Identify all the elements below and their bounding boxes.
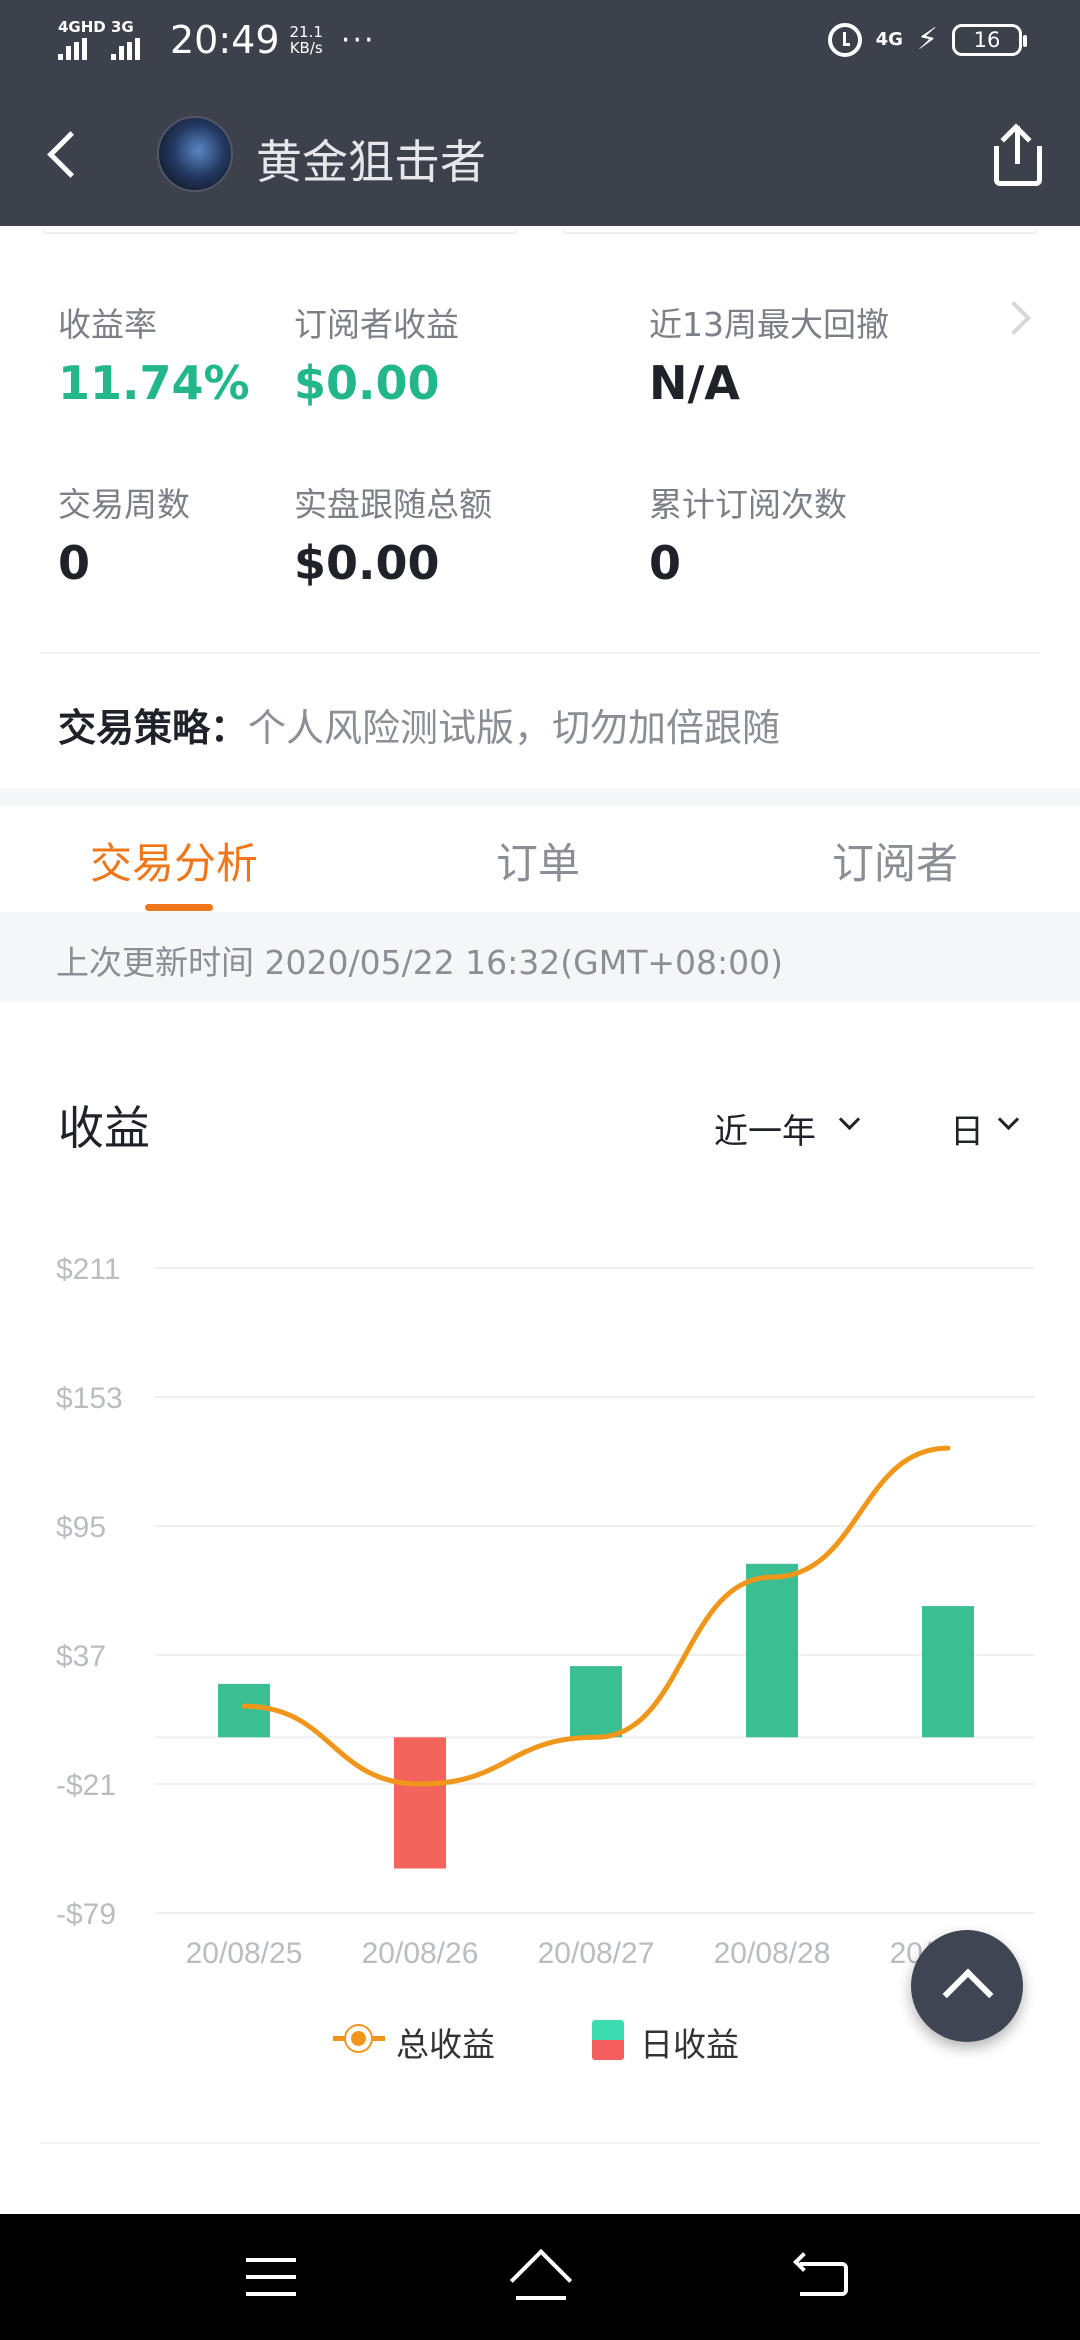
last-update: 上次更新时间 2020/05/22 16:32(GMT+08:00) [0, 912, 1080, 1002]
bar [746, 1563, 798, 1738]
network-type: 4G [875, 29, 903, 50]
legend-dot-swatch [346, 2026, 371, 2051]
page-title: 黄金狙击者 [256, 135, 486, 189]
x-tick-label: 20/08/27 [538, 1937, 655, 1970]
avatar[interactable] [157, 116, 233, 192]
legend-bar-swatch [592, 2020, 624, 2060]
chevron-right-icon[interactable] [997, 301, 1031, 335]
x-tick-label: 20/08/25 [186, 1937, 303, 1970]
share-icon[interactable] [986, 122, 1050, 192]
y-tick-label: $37 [56, 1640, 106, 1673]
signal2-label: 3G [111, 18, 134, 36]
system-nav-bar [0, 2214, 1080, 2340]
strategy-label: 交易策略： [58, 706, 249, 750]
home-icon[interactable] [504, 2248, 578, 2312]
subscription-count-label: 累计订阅次数 [649, 485, 847, 524]
divider [40, 2142, 1040, 2144]
max-drawdown-value: N/A [649, 356, 740, 410]
chart-title: 收益 [58, 1101, 150, 1155]
y-tick-label: -$21 [56, 1769, 116, 1802]
tab-subscribers[interactable]: 订阅者 [832, 830, 958, 891]
trade-weeks-label: 交易周数 [58, 485, 190, 524]
granularity-select-value: 日 [950, 1112, 984, 1152]
chevron-down-icon [997, 1108, 1020, 1131]
follow-total-label: 实盘跟随总额 [294, 485, 492, 524]
return-rate-value: 11.74% [58, 356, 250, 410]
speed-unit: KB/s [289, 39, 323, 57]
status-time: 20:49 [170, 18, 280, 62]
card-edges [40, 226, 1040, 236]
y-tick-label: -$79 [56, 1898, 116, 1931]
return-icon[interactable] [793, 2252, 852, 2302]
legend-label-daily: 日收益 [640, 2025, 739, 2064]
profit-chart[interactable]: $211 $153 $95 $37 -$21 -$79 20/08/25 20/08/26 20… [0, 1230, 1080, 1990]
charging-icon: ⚡ [916, 22, 938, 57]
bar [922, 1606, 974, 1738]
signal1-label: 4GHD [58, 18, 106, 36]
y-tick-label: $211 [56, 1253, 121, 1286]
menu-icon[interactable] [246, 2258, 296, 2296]
status-bar: 4GHD 3G 20:49 21.1 KB/s ··· 4G ⚡ 16 [0, 0, 1080, 88]
active-tab-indicator [145, 904, 213, 911]
subscription-count-value: 0 [649, 536, 682, 590]
bar [570, 1666, 622, 1738]
subscriber-profit-label: 订阅者收益 [294, 305, 459, 344]
tab-orders[interactable]: 订单 [496, 830, 580, 891]
legend-label-total: 总收益 [396, 2025, 495, 2064]
app-screen: 4GHD 3G 20:49 21.1 KB/s ··· 4G ⚡ 16 黄金狙击… [0, 0, 1080, 2340]
bar [394, 1737, 446, 1869]
y-tick-label: $95 [56, 1511, 106, 1544]
divider [40, 652, 1040, 654]
y-tick-label: $153 [56, 1382, 123, 1415]
return-rate-label: 收益率 [58, 305, 157, 344]
tab-trade-analysis[interactable]: 交易分析 [90, 830, 258, 891]
follow-total-value: $0.00 [294, 536, 440, 590]
signal-icon: 4GHD [58, 18, 106, 60]
section-gap [0, 788, 1080, 806]
signal-icon: 3G [111, 18, 148, 60]
alarm-icon [827, 22, 862, 57]
back-arrow-icon[interactable] [40, 126, 100, 186]
speed-value: 21.1 [289, 23, 323, 41]
subscriber-profit-value: $0.00 [294, 356, 440, 410]
x-tick-label: 20/08/28 [714, 1937, 831, 1970]
chevron-down-icon [838, 1108, 861, 1131]
network-speed: 21.1 KB/s [290, 24, 323, 56]
strategy-value: 个人风险测试版，切勿加倍跟随 [248, 706, 781, 750]
more-icon: ··· [340, 22, 376, 58]
scroll-top-button[interactable] [911, 1930, 1023, 2042]
period-select-value: 近一年 [714, 1112, 816, 1152]
battery-icon: 16 [952, 23, 1027, 56]
max-drawdown-label: 近13周最大回撤 [649, 305, 889, 344]
trade-weeks-value: 0 [58, 536, 91, 590]
strategy-row: 交易策略：个人风险测试版，切勿加倍跟随 [58, 697, 780, 752]
x-tick-label: 20/08/26 [362, 1937, 479, 1970]
app-header: 黄金狙击者 [0, 88, 1080, 226]
bar [218, 1683, 270, 1738]
